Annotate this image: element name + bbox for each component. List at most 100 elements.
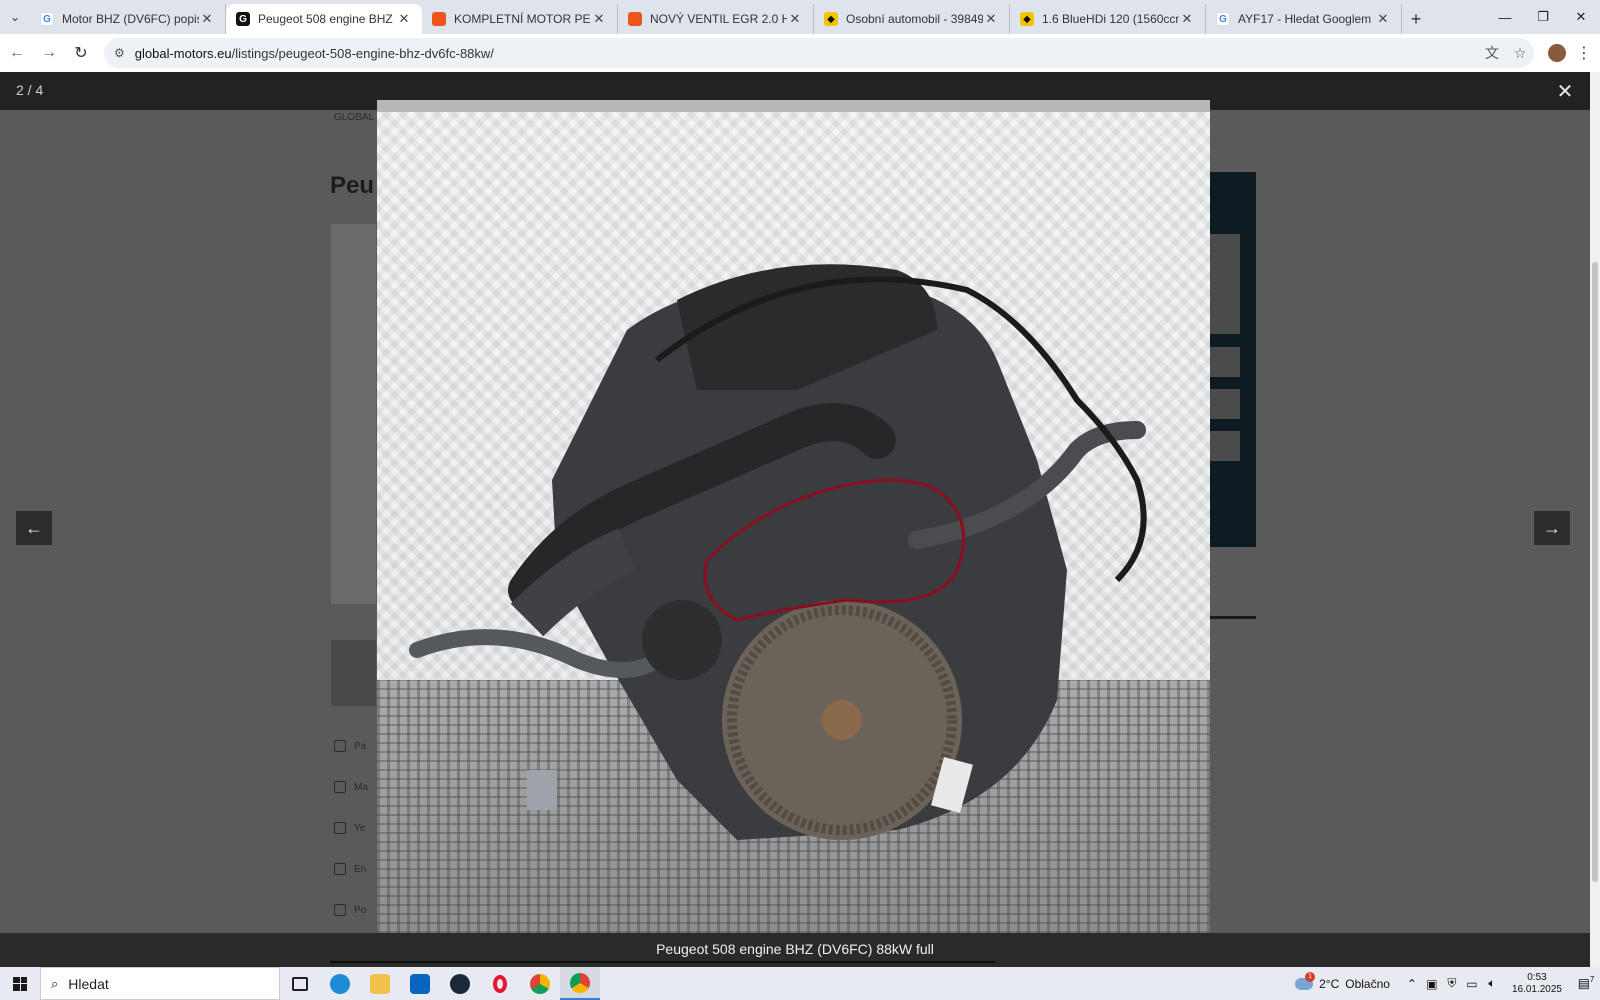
outlook-icon[interactable] [400, 967, 440, 1000]
clock-time: 0:53 [1527, 971, 1547, 983]
tab-novy-ventil-egr[interactable]: NOVÝ VENTIL EGR 2.0 HDI CITR ✕ [618, 4, 814, 34]
cloud-icon: 1 [1295, 971, 1316, 990]
caption-progress-bar [330, 961, 995, 963]
close-lightbox-icon[interactable]: ✕ [1552, 78, 1578, 104]
reload-icon[interactable]: ↻ [66, 38, 96, 68]
new-tab-button[interactable]: + [1402, 4, 1430, 34]
spec-row: Pa [334, 737, 374, 755]
window-controls: — ❐ ✕ [1486, 0, 1600, 34]
main-image-preview [331, 224, 376, 604]
translate-icon[interactable]: 文 [1478, 43, 1506, 63]
thumbnail-preview [331, 640, 376, 706]
search-icon: ⌕ [51, 975, 59, 991]
minimize-icon[interactable]: — [1486, 0, 1524, 34]
system-tray: 1 2°C Oblačno ⌃ ▣ ⛨ ▭ 🔈︎ 0:53 16.01.2025… [1295, 967, 1600, 1000]
spec-icon [334, 822, 346, 834]
tab-title: Peugeot 508 engine BHZ (DV6FC [258, 12, 396, 26]
spec-icon [334, 863, 346, 875]
breadcrumb: GLOBAL [334, 112, 375, 123]
tab-bluehdi[interactable]: ◆ 1.6 BlueHDi 120 (1560ccm\88k ✕ [1010, 4, 1206, 34]
site-info-icon[interactable]: ⚙ [114, 46, 125, 60]
tab-title: Motor BHZ (DV6FC) popis moto [62, 12, 199, 26]
bazos-icon: ◆ [824, 12, 838, 26]
meet-icon[interactable]: ▣ [1422, 977, 1442, 991]
bookmark-star-icon[interactable]: ☆ [1506, 45, 1534, 62]
tab-search-dropdown-icon[interactable]: ⌄ [0, 0, 30, 34]
engine-illustration [409, 264, 1147, 840]
panel-field [1210, 347, 1240, 377]
chevron-up-icon[interactable]: ⌃ [1402, 977, 1422, 991]
taskbar-search[interactable]: ⌕ Hledat [40, 967, 280, 1000]
chrome-beta-icon[interactable] [520, 967, 560, 1000]
close-tab-icon[interactable]: ✕ [396, 11, 412, 27]
panel-field [1210, 431, 1240, 461]
tab-title: AYF17 - Hledat Googlem [1238, 12, 1372, 26]
close-tab-icon[interactable]: ✕ [591, 11, 607, 27]
weather-temp: 2°C [1319, 976, 1340, 991]
page-scrollbar[interactable] [1590, 72, 1600, 967]
chrome-icon[interactable] [560, 967, 600, 1000]
close-tab-icon[interactable]: ✕ [199, 11, 215, 27]
steam-icon[interactable] [440, 967, 480, 1000]
caption-bar: Peugeot 508 engine BHZ (DV6FC) 88kW full [0, 933, 1590, 967]
edge-icon[interactable] [320, 967, 360, 1000]
contact-panel [1210, 172, 1256, 547]
tab-peugeot-508-engine[interactable]: G Peugeot 508 engine BHZ (DV6FC ✕ [226, 4, 422, 34]
tab-kompletni-motor[interactable]: KOMPLETNÍ MOTOR PEUGEOT ✕ [422, 4, 618, 34]
start-button[interactable] [0, 967, 40, 1000]
google-icon: G [40, 12, 54, 26]
spec-icon [334, 904, 346, 916]
clock-date: 16.01.2025 [1511, 983, 1562, 995]
tab-title: 1.6 BlueHDi 120 (1560ccm\88k [1042, 12, 1179, 26]
notification-count: 7 [1589, 975, 1595, 985]
tab-motor-bhz[interactable]: G Motor BHZ (DV6FC) popis moto ✕ [30, 4, 226, 34]
tab-osobni-automobil[interactable]: ◆ Osobní automobil - 39849642 | ✕ [814, 4, 1010, 34]
spec-row: Po [334, 901, 374, 919]
close-tab-icon[interactable]: ✕ [1179, 11, 1195, 27]
scrollbar-thumb[interactable] [1592, 262, 1598, 882]
image-caption: Peugeot 508 engine BHZ (DV6FC) 88kW full [656, 941, 934, 957]
weather-text: Oblačno [1345, 976, 1390, 991]
close-window-icon[interactable]: ✕ [1562, 0, 1600, 34]
windows-logo-icon [13, 976, 27, 991]
security-icon[interactable]: ⛨ [1442, 976, 1462, 991]
restore-icon[interactable]: ❐ [1524, 0, 1562, 34]
weather-widget[interactable]: 1 2°C Oblačno [1295, 971, 1390, 991]
spec-icon [334, 781, 346, 793]
spec-row: Ma [334, 778, 374, 796]
url-text[interactable]: global-motors.eu/listings/peugeot-508-en… [135, 46, 1478, 61]
spec-row: En [334, 860, 374, 878]
google-icon: G [1216, 12, 1230, 26]
task-view-icon[interactable] [280, 967, 320, 1000]
tab-strip: ⌄ G Motor BHZ (DV6FC) popis moto ✕ G Peu… [0, 0, 1600, 34]
volume-icon[interactable]: 🔈︎ [1482, 976, 1502, 991]
address-bar[interactable]: ⚙ global-motors.eu/listings/peugeot-508-… [104, 38, 1534, 68]
profile-avatar[interactable] [1548, 44, 1566, 62]
opera-icon[interactable] [480, 967, 520, 1000]
bazos-icon: ◆ [1020, 12, 1034, 26]
shop-icon [628, 12, 642, 26]
divider [1210, 616, 1256, 619]
weather-badge: 1 [1305, 971, 1316, 982]
spec-row: Ye [334, 819, 374, 837]
clock[interactable]: 0:53 16.01.2025 [1512, 972, 1562, 996]
tab-title: NOVÝ VENTIL EGR 2.0 HDI CITR [650, 12, 787, 26]
spec-icon [334, 740, 346, 752]
close-tab-icon[interactable]: ✕ [983, 11, 999, 27]
search-placeholder: Hledat [68, 975, 109, 992]
menu-kebab-icon[interactable]: ⋮ [1574, 43, 1594, 63]
close-tab-icon[interactable]: ✕ [787, 11, 803, 27]
previous-image-button[interactable]: ← [16, 511, 52, 545]
notification-icon[interactable]: ▤7 [1572, 975, 1600, 991]
tab-ayf17-google[interactable]: G AYF17 - Hledat Googlem ✕ [1206, 4, 1402, 34]
forward-arrow-icon[interactable]: → [34, 38, 64, 68]
panel-box [1210, 234, 1240, 334]
file-explorer-icon[interactable] [360, 967, 400, 1000]
oil-filter [642, 600, 722, 680]
network-icon[interactable]: ▭ [1462, 977, 1482, 991]
back-arrow-icon[interactable]: ← [2, 38, 32, 68]
close-tab-icon[interactable]: ✕ [1375, 11, 1391, 27]
next-image-button[interactable]: → [1534, 511, 1570, 545]
windows-taskbar: ⌕ Hledat 1 2°C Oblačno ⌃ ▣ ⛨ ▭ 🔈︎ 0:53 1… [0, 967, 1600, 1000]
shop-icon [432, 12, 446, 26]
